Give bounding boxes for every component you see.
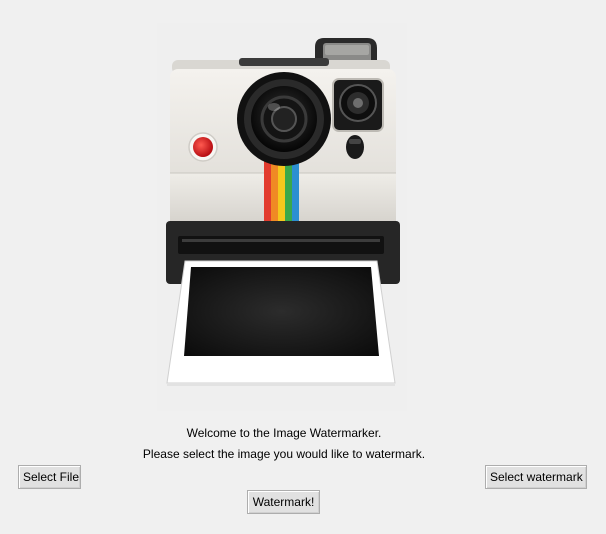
watermark-button[interactable]: Watermark! (247, 490, 320, 514)
select-file-button[interactable]: Select File (18, 465, 81, 489)
select-watermark-button[interactable]: Select watermark (485, 465, 587, 489)
app-window: Welcome to the Image Watermarker. Please… (0, 0, 606, 534)
welcome-label: Welcome to the Image Watermarker. (186, 426, 382, 440)
instruction-label: Please select the image you would like t… (142, 447, 426, 461)
instant-camera-icon (166, 38, 400, 386)
logo-image (157, 23, 407, 411)
